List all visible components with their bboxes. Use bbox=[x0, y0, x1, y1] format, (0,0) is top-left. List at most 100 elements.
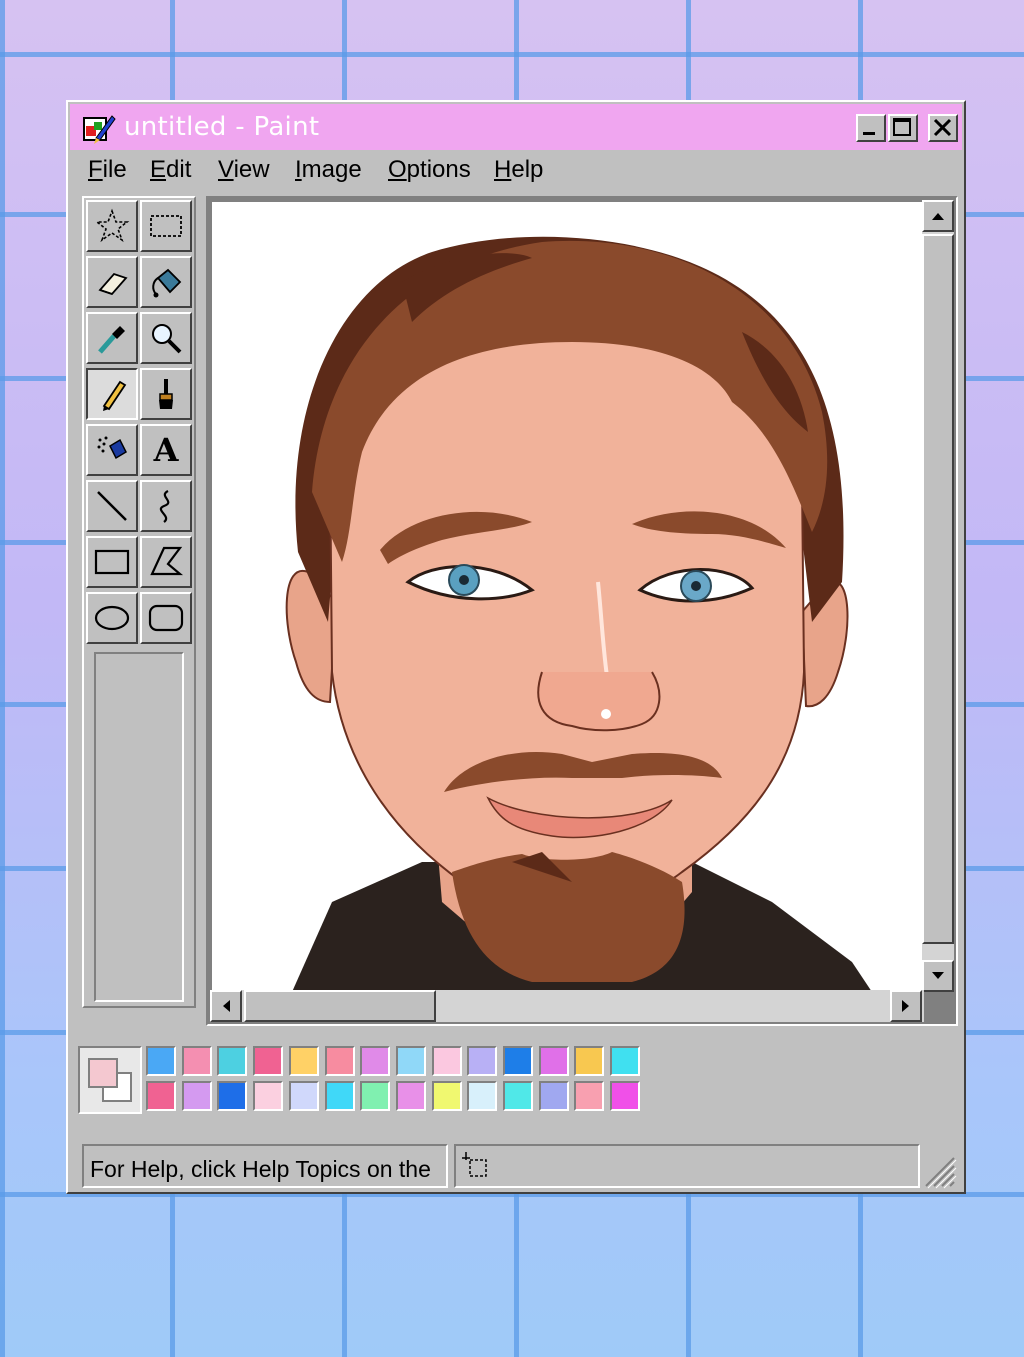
tool-eraser[interactable] bbox=[86, 256, 138, 308]
menu-label: elp bbox=[511, 156, 544, 183]
palette-color-swatch[interactable] bbox=[610, 1081, 641, 1111]
menu-accel: H bbox=[494, 156, 512, 183]
tool-text[interactable]: A bbox=[140, 424, 192, 476]
tool-airbrush[interactable] bbox=[86, 424, 138, 476]
menu-image[interactable]: Image bbox=[295, 156, 362, 184]
nose-shine bbox=[601, 709, 611, 719]
status-bar: For Help, click Help Topics on the bbox=[70, 1138, 962, 1192]
tool-brush[interactable] bbox=[140, 368, 192, 420]
close-button[interactable] bbox=[928, 114, 958, 142]
scroll-down-button[interactable] bbox=[922, 960, 954, 992]
palette-color-swatch[interactable] bbox=[324, 1081, 355, 1111]
palette-color-swatch[interactable] bbox=[217, 1046, 248, 1076]
tool-rectangle[interactable] bbox=[86, 536, 138, 588]
palette-color-swatch[interactable] bbox=[360, 1046, 391, 1076]
airbrush-icon bbox=[97, 436, 127, 460]
minimize-button[interactable] bbox=[856, 114, 886, 142]
palette-color-swatch[interactable] bbox=[253, 1046, 284, 1076]
menu-edit[interactable]: Edit bbox=[150, 156, 191, 184]
menu-label: ile bbox=[102, 156, 127, 183]
arrow-right-icon bbox=[902, 1000, 909, 1012]
palette-color-swatch[interactable] bbox=[253, 1081, 284, 1111]
palette-color-swatch[interactable] bbox=[395, 1081, 426, 1111]
drawing-canvas[interactable] bbox=[212, 202, 924, 992]
tool-magnifier[interactable] bbox=[140, 312, 192, 364]
color-box bbox=[76, 1044, 956, 1120]
palette-color-swatch[interactable] bbox=[574, 1081, 605, 1111]
palette-color-swatch[interactable] bbox=[181, 1081, 212, 1111]
tool-options-panel[interactable] bbox=[94, 652, 184, 1002]
brush-icon bbox=[159, 379, 173, 409]
tool-ellipse[interactable] bbox=[86, 592, 138, 644]
tool-polygon[interactable] bbox=[140, 536, 192, 588]
horizontal-scroll-thumb[interactable] bbox=[244, 990, 436, 1022]
text-icon: A bbox=[153, 431, 179, 469]
palette-color-swatch[interactable] bbox=[395, 1046, 426, 1076]
palette-color-swatch[interactable] bbox=[503, 1081, 533, 1111]
scroll-up-button[interactable] bbox=[922, 200, 954, 232]
menu-label: ptions bbox=[406, 156, 471, 183]
palette-color-swatch[interactable] bbox=[217, 1081, 248, 1111]
menu-accel: V bbox=[218, 156, 234, 183]
tool-pencil[interactable] bbox=[86, 368, 138, 420]
palette-color-swatch[interactable] bbox=[181, 1046, 212, 1076]
menu-options[interactable]: Options bbox=[388, 156, 471, 184]
arrow-down-icon bbox=[932, 972, 944, 979]
rounded-rect-icon bbox=[148, 604, 184, 632]
dashed-rect-icon bbox=[150, 215, 182, 237]
menu-help[interactable]: Help bbox=[494, 156, 543, 184]
tool-line[interactable] bbox=[86, 480, 138, 532]
horizontal-scrollbar[interactable] bbox=[210, 990, 924, 1022]
palette-color-swatch[interactable] bbox=[288, 1081, 319, 1111]
scroll-left-button[interactable] bbox=[210, 990, 242, 1022]
palette-color-swatch[interactable] bbox=[467, 1046, 498, 1076]
palette-color-swatch[interactable] bbox=[467, 1081, 498, 1111]
window-title: untitled - Paint bbox=[124, 112, 320, 142]
palette-color-swatch[interactable] bbox=[503, 1046, 533, 1076]
tool-rect-select[interactable] bbox=[140, 200, 192, 252]
palette-color-swatch[interactable] bbox=[324, 1046, 355, 1076]
curve-icon bbox=[159, 490, 170, 523]
tool-free-form-select[interactable] bbox=[86, 200, 138, 252]
menu-bar: File Edit View Image Options Help bbox=[70, 152, 962, 192]
tool-fill[interactable] bbox=[140, 256, 192, 308]
menu-label: mage bbox=[301, 156, 362, 183]
current-colors-indicator[interactable] bbox=[78, 1046, 142, 1114]
palette-color-swatch[interactable] bbox=[431, 1081, 462, 1111]
eyedropper-icon bbox=[98, 326, 125, 354]
palette-color-swatch[interactable] bbox=[288, 1046, 319, 1076]
grid-line bbox=[0, 0, 5, 1357]
maximize-icon bbox=[893, 118, 911, 136]
left-pupil bbox=[459, 575, 469, 585]
tool-curve[interactable] bbox=[140, 480, 192, 532]
palette-color-swatch[interactable] bbox=[360, 1081, 391, 1111]
menu-accel: O bbox=[388, 156, 407, 183]
tool-pick-color[interactable] bbox=[86, 312, 138, 364]
ellipse-icon bbox=[94, 605, 130, 631]
palette-color-swatch[interactable] bbox=[538, 1046, 569, 1076]
palette-color-swatch[interactable] bbox=[574, 1046, 605, 1076]
polygon-icon bbox=[150, 546, 184, 576]
line-icon bbox=[97, 491, 127, 521]
vertical-scrollbar[interactable] bbox=[922, 200, 954, 992]
vertical-scroll-thumb[interactable] bbox=[922, 234, 954, 944]
resize-grip-icon[interactable] bbox=[918, 1150, 958, 1190]
palette-color-swatch[interactable] bbox=[146, 1081, 176, 1111]
pencil-icon bbox=[102, 380, 127, 411]
menu-view[interactable]: View bbox=[218, 156, 270, 184]
title-bar[interactable]: untitled - Paint bbox=[70, 104, 962, 150]
paint-app-icon bbox=[83, 115, 116, 144]
minimize-icon bbox=[863, 132, 875, 135]
palette-color-swatch[interactable] bbox=[538, 1081, 569, 1111]
menu-file[interactable]: File bbox=[88, 156, 127, 184]
palette-color-swatch[interactable] bbox=[431, 1046, 462, 1076]
paint-bucket-icon bbox=[152, 268, 182, 298]
palette-color-swatch[interactable] bbox=[146, 1046, 176, 1076]
palette-color-swatch[interactable] bbox=[610, 1046, 641, 1076]
maximize-button[interactable] bbox=[888, 114, 918, 142]
menu-accel: I bbox=[295, 156, 302, 183]
status-help-panel: For Help, click Help Topics on the bbox=[82, 1144, 448, 1188]
scroll-right-button[interactable] bbox=[890, 990, 922, 1022]
menu-label: iew bbox=[233, 156, 270, 183]
tool-rounded-rect[interactable] bbox=[140, 592, 192, 644]
